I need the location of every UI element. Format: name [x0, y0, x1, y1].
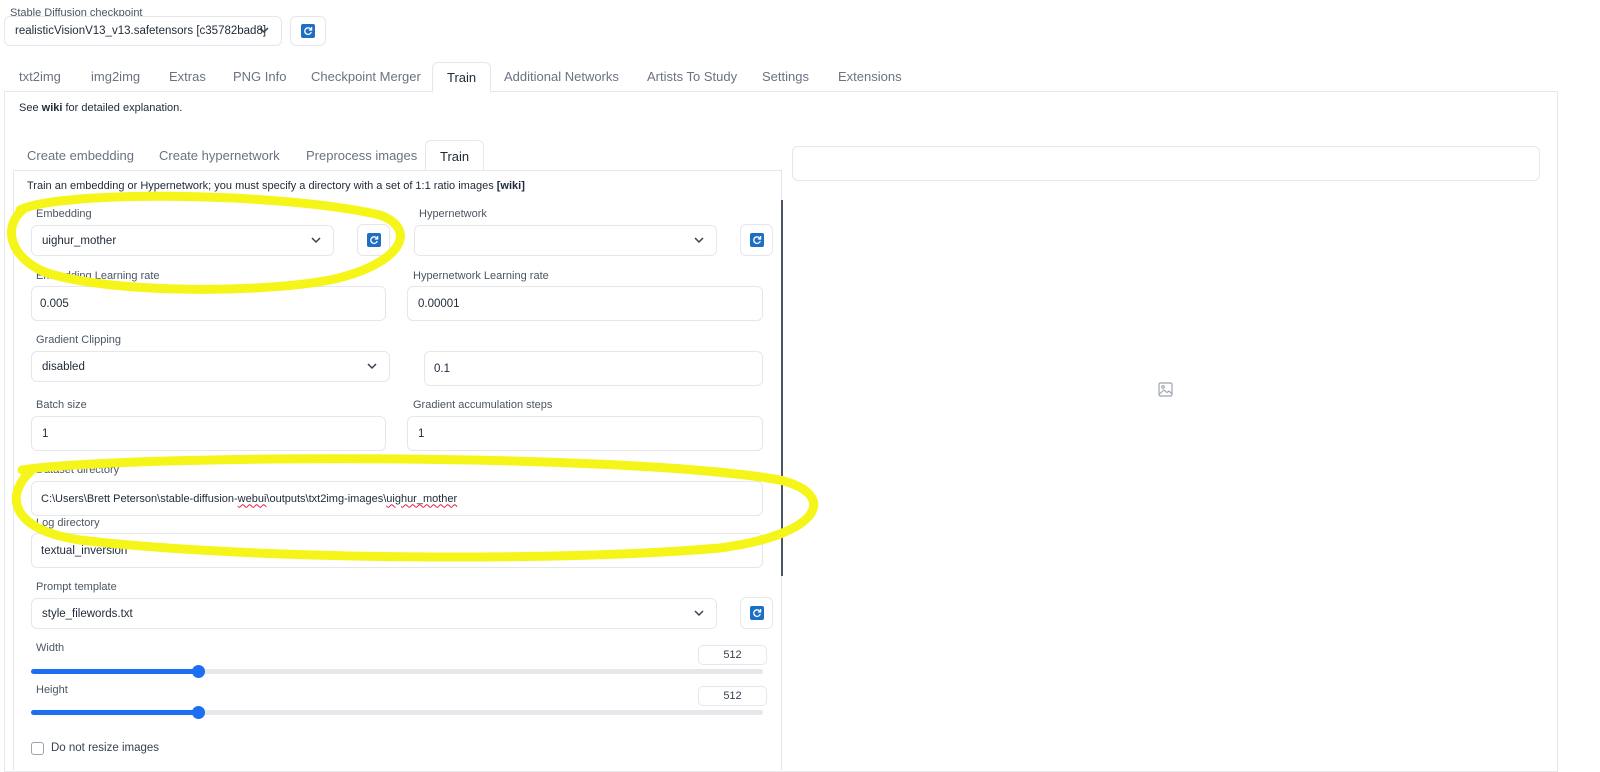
- log-dir-label: Log directory: [36, 517, 100, 529]
- subtab-preprocess-images[interactable]: Preprocess images: [306, 140, 417, 171]
- gradient-clipping-dropdown[interactable]: disabled: [31, 351, 390, 382]
- batch-size-input[interactable]: 1: [31, 416, 386, 451]
- tab-png-info[interactable]: PNG Info: [233, 62, 286, 92]
- embedding-value: uighur_mother: [42, 234, 117, 247]
- batch-size-value: 1: [42, 427, 49, 440]
- tab-txt2img[interactable]: txt2img: [19, 62, 61, 92]
- checkpoint-refresh-button[interactable]: [290, 16, 326, 46]
- hypernetwork-refresh-button[interactable]: [740, 224, 773, 256]
- gradient-clipping-label: Gradient Clipping: [36, 334, 121, 346]
- tab-train[interactable]: Train: [432, 62, 492, 93]
- checkpoint-dropdown[interactable]: realisticVisionV13_v13.safetensors [c357…: [4, 16, 282, 46]
- embedding-refresh-button[interactable]: [357, 224, 390, 256]
- gradient-clip-value-input[interactable]: 0.1: [424, 351, 763, 386]
- chevron-down-icon: [694, 609, 704, 616]
- scrollbar[interactable]: [781, 200, 783, 576]
- dataset-dir-value: C:\Users\Brett Peterson\stable-diffusion…: [41, 492, 458, 505]
- refresh-icon: [749, 233, 764, 247]
- hypernetwork-lr-value: 0.00001: [418, 297, 460, 310]
- prompt-template-label: Prompt template: [36, 581, 117, 593]
- log-dir-value: textual_inversion: [41, 544, 128, 557]
- grad-accum-label: Gradient accumulation steps: [413, 399, 553, 411]
- embedding-lr-label: Embedding Learning rate: [36, 270, 160, 282]
- height-slider[interactable]: [31, 706, 763, 719]
- refresh-icon: [749, 606, 764, 620]
- gradient-clipping-value: disabled: [42, 360, 85, 373]
- embedding-dropdown[interactable]: uighur_mother: [31, 225, 334, 256]
- prompt-template-dropdown[interactable]: style_filewords.txt: [31, 598, 717, 629]
- chevron-down-icon: [311, 236, 321, 243]
- log-dir-input[interactable]: textual_inversion: [31, 533, 763, 568]
- embedding-lr-input[interactable]: 0.005: [31, 286, 386, 321]
- refresh-icon: [366, 233, 381, 247]
- description-wiki-link[interactable]: [wiki]: [497, 180, 525, 192]
- intro-text: See wiki for detailed explanation.: [19, 102, 183, 114]
- gradient-clip-amount: 0.1: [434, 362, 450, 375]
- dataset-dir-label: Dataset directory: [36, 464, 120, 476]
- tab-artists-to-study[interactable]: Artists To Study: [647, 62, 737, 92]
- subtab-create-embedding[interactable]: Create embedding: [27, 140, 134, 171]
- prompt-template-value: style_filewords.txt: [42, 607, 133, 620]
- grad-accum-input[interactable]: 1: [407, 416, 763, 451]
- wiki-link[interactable]: wiki: [42, 102, 63, 114]
- no-resize-label: Do not resize images: [51, 742, 160, 754]
- batch-size-label: Batch size: [36, 399, 87, 411]
- chevron-down-icon: [367, 362, 377, 369]
- dataset-dir-input[interactable]: C:\Users\Brett Peterson\stable-diffusion…: [31, 481, 763, 516]
- chevron-down-icon: [694, 236, 704, 243]
- checkpoint-value: realisticVisionV13_v13.safetensors [c357…: [15, 25, 267, 37]
- height-slider-fill: [31, 710, 198, 715]
- width-slider[interactable]: [31, 665, 763, 678]
- train-description: Train an embedding or Hypernetwork; you …: [27, 180, 525, 192]
- width-slider-fill: [31, 669, 198, 674]
- height-number-input[interactable]: 512: [698, 686, 767, 706]
- subtab-create-hypernetwork[interactable]: Create hypernetwork: [159, 140, 280, 171]
- height-slider-thumb[interactable]: [191, 706, 205, 719]
- tab-extensions[interactable]: Extensions: [838, 62, 902, 92]
- width-label: Width: [36, 642, 65, 654]
- height-label: Height: [36, 684, 68, 696]
- hypernetwork-label: Hypernetwork: [419, 208, 487, 220]
- embedding-lr-value: 0.005: [40, 297, 69, 310]
- chevron-down-icon: [259, 27, 269, 34]
- tab-settings[interactable]: Settings: [762, 62, 809, 92]
- embedding-label: Embedding: [36, 208, 92, 220]
- tab-extras[interactable]: Extras: [169, 62, 206, 92]
- image-icon: [1158, 382, 1173, 400]
- grad-accum-value: 1: [418, 427, 425, 440]
- refresh-icon: [301, 24, 315, 38]
- no-resize-checkbox[interactable]: [31, 742, 44, 755]
- tab-additional-networks[interactable]: Additional Networks: [504, 62, 619, 92]
- hypernetwork-lr-input[interactable]: 0.00001: [407, 286, 763, 321]
- hypernetwork-lr-label: Hypernetwork Learning rate: [413, 270, 549, 282]
- tab-img2img[interactable]: img2img: [91, 62, 140, 92]
- hypernetwork-dropdown[interactable]: [414, 225, 717, 256]
- width-slider-thumb[interactable]: [191, 665, 205, 678]
- subtab-train[interactable]: Train: [425, 140, 485, 171]
- width-number-input[interactable]: 512: [698, 645, 767, 665]
- train-form-panel: [13, 170, 782, 770]
- output-text-box: [792, 146, 1540, 181]
- prompt-template-refresh-button[interactable]: [740, 597, 773, 629]
- tab-checkpoint-merger[interactable]: Checkpoint Merger: [311, 62, 421, 92]
